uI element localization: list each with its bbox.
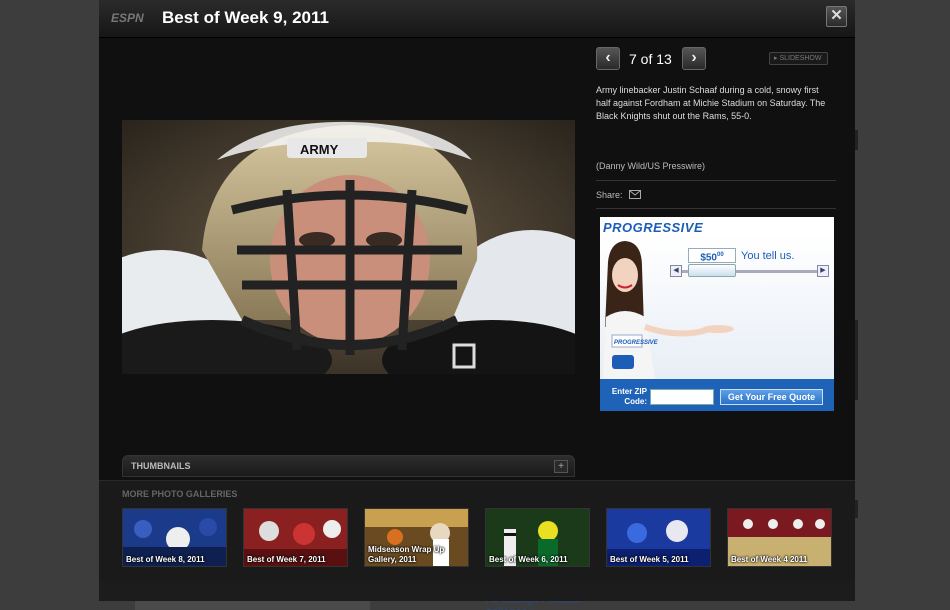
gallery-thumbnail[interactable]: Best of Week 6, 2011 bbox=[485, 508, 590, 567]
gallery-title: Best of Week 6, 2011 bbox=[489, 555, 568, 564]
gallery-title: Midseason Wrap Up Gallery, 2011 bbox=[368, 545, 445, 564]
svg-text:ARMY: ARMY bbox=[300, 142, 339, 157]
photo-gallery-modal: ESPN Best of Week 9, 2011 ✕ ARMY ‹ 7 of … bbox=[99, 0, 855, 601]
slideshow-button[interactable]: ▸ SLIDESHOW bbox=[769, 52, 828, 65]
price-display: $5000 bbox=[688, 248, 736, 263]
gallery-thumbnail[interactable]: Best of Week 4 2011 bbox=[727, 508, 832, 567]
gallery-title: Best of Week 7, 2011 bbox=[247, 555, 326, 564]
main-photo: ARMY bbox=[122, 120, 575, 374]
mail-icon[interactable] bbox=[629, 190, 641, 199]
zip-code-input[interactable] bbox=[650, 389, 714, 405]
thumbnails-bar[interactable]: THUMBNAILS + bbox=[122, 455, 575, 477]
gallery-thumbnail[interactable]: Midseason Wrap Up Gallery, 2011 bbox=[364, 508, 469, 567]
photo-caption: Army linebacker Justin Schaaf during a c… bbox=[596, 85, 826, 121]
thumbnails-label: THUMBNAILS bbox=[131, 461, 191, 471]
photo-credit: (Danny Wild/US Presswire) bbox=[596, 161, 706, 171]
price-slider-handle[interactable] bbox=[688, 264, 736, 277]
modal-titlebar: ESPN Best of Week 9, 2011 ✕ bbox=[99, 0, 855, 38]
svg-text:ESPN: ESPN bbox=[111, 11, 144, 25]
previous-photo-button[interactable]: ‹ bbox=[596, 47, 620, 70]
more-galleries-label: MORE PHOTO GALLERIES bbox=[122, 489, 238, 499]
gallery-thumbnail[interactable]: Best of Week 5, 2011 bbox=[606, 508, 711, 567]
gallery-title: Best of Week 9, 2011 bbox=[162, 8, 329, 27]
get-free-quote-button[interactable]: Get Your Free Quote bbox=[720, 389, 823, 405]
share-label: Share: bbox=[596, 190, 623, 200]
divider bbox=[596, 208, 836, 209]
slider-right-arrow[interactable]: ▶ bbox=[817, 265, 829, 277]
modal-bottom-strip bbox=[99, 581, 855, 601]
slider-left-arrow[interactable]: ◀ bbox=[670, 265, 682, 277]
divider bbox=[596, 180, 836, 181]
gallery-thumbnail[interactable]: Best of Week 8, 2011 bbox=[122, 508, 227, 567]
next-photo-button[interactable]: › bbox=[682, 47, 706, 70]
progressive-advertisement[interactable]: PROGRESSIVE PROGRESSIVE ◀ ▶ $5000 You te… bbox=[600, 217, 834, 411]
photo-counter: 7 of 13 bbox=[629, 51, 672, 67]
svg-text:PROGRESSIVE: PROGRESSIVE bbox=[614, 340, 659, 346]
gallery-title: Best of Week 8, 2011 bbox=[126, 555, 205, 564]
gallery-title: Best of Week 4 2011 bbox=[731, 555, 808, 564]
ad-tagline: You tell us. bbox=[741, 250, 795, 262]
espn-logo: ESPN bbox=[111, 11, 144, 25]
gallery-thumbnail[interactable]: Best of Week 7, 2011 bbox=[243, 508, 348, 567]
zip-code-label: Enter ZIP Code: bbox=[611, 387, 647, 406]
gallery-title: Best of Week 5, 2011 bbox=[610, 555, 689, 564]
close-button[interactable]: ✕ bbox=[826, 6, 847, 27]
expand-thumbnails-button[interactable]: + bbox=[554, 460, 568, 473]
